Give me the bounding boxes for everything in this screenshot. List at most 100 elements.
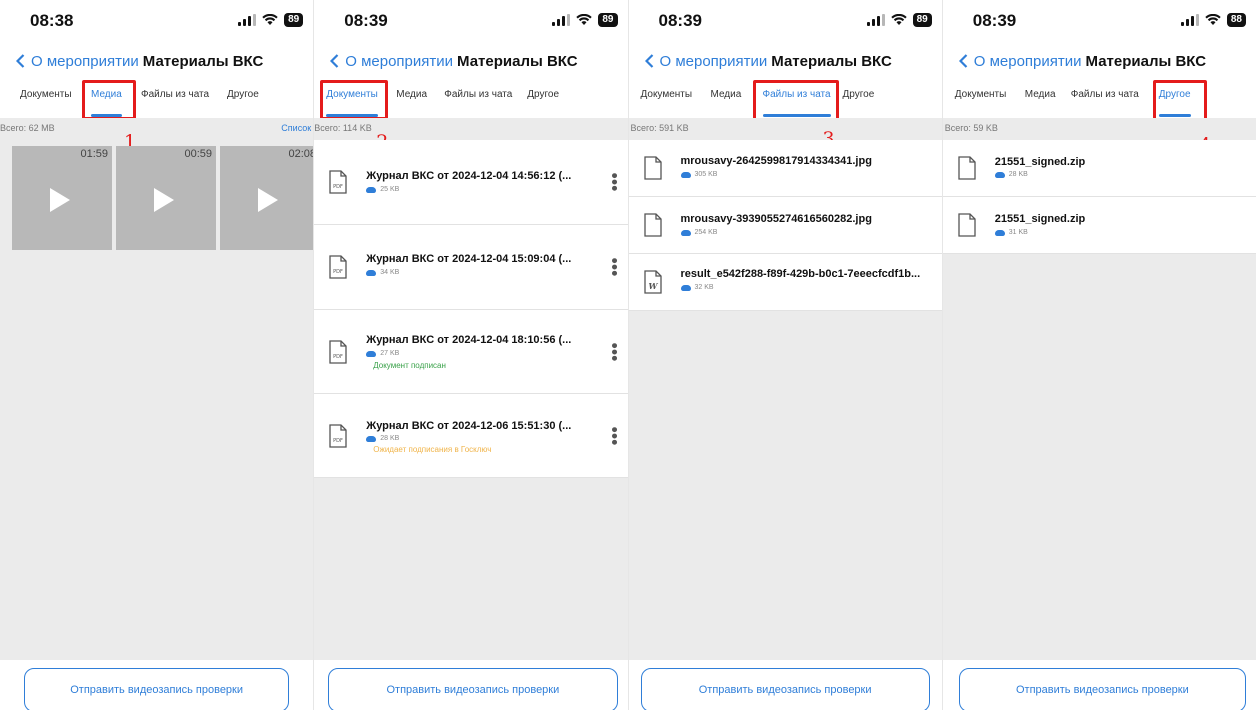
cloud-icon: [994, 229, 1005, 236]
video-grid: 01:59 00:59 02:08: [12, 146, 314, 250]
tab-bar: Документы Медиа Файлы из чата Другое: [942, 80, 1256, 128]
wifi-icon: [576, 14, 593, 25]
wifi-icon: [890, 14, 907, 25]
back-label: О мероприятии: [973, 52, 1082, 70]
battery-icon: 89: [284, 13, 304, 27]
file-list-item[interactable]: PDF Журнал ВКС от 2024-12-04 15:09:04 (.…: [314, 225, 628, 310]
screens-row: 08:38 89 О мероприятии Материалы ВКС Док…: [0, 0, 1256, 710]
back-label: О мероприятии: [345, 52, 454, 70]
tab-media[interactable]: Медиа: [1025, 89, 1056, 100]
list-view-button[interactable]: Список: [281, 123, 311, 133]
signal-icon: [866, 14, 885, 26]
play-icon: [50, 188, 70, 212]
page-title: Материалы ВКС: [457, 52, 578, 70]
file-name: Журнал ВКС от 2024-12-04 15:09:04 (...: [366, 253, 572, 265]
battery-icon: 88: [1226, 13, 1246, 27]
total-size: Всего: 62 MB: [0, 123, 55, 133]
file-list-item[interactable]: PDF Журнал ВКС от 2024-12-06 15:51:30 (.…: [314, 394, 628, 478]
file-name: result_e542f288-f89f-429b-b0c1-7eeecfcdf…: [680, 268, 921, 280]
tab-media[interactable]: Медиа: [396, 89, 427, 100]
tab-media[interactable]: Медиа: [711, 89, 742, 100]
cloud-icon: [366, 350, 377, 357]
tab-bar: Документы Медиа Файлы из чата Другое: [628, 80, 942, 126]
screen-other: 08:39 88 О мероприятии Материалы ВКС Док…: [941, 0, 1256, 710]
screen-chat-files: 08:39 89 О мероприятии Материалы ВКС Док…: [627, 0, 942, 710]
screen-documents: 08:39 89 О мероприятии Материалы ВКС Док…: [313, 0, 628, 710]
back-label: О мероприятии: [659, 52, 768, 70]
file-name: mrousavy-2642599817914334341.jpg: [680, 155, 872, 167]
cloud-icon: [366, 269, 377, 276]
file-name: Журнал ВКС от 2024-12-04 18:10:56 (...: [366, 334, 572, 346]
back-button[interactable]: О мероприятии: [16, 53, 139, 70]
svg-text:PDF: PDF: [333, 438, 343, 444]
file-size: 31 KB: [994, 229, 1028, 236]
sign-status: Ожидает подписания в Госключ: [373, 445, 492, 454]
tab-documents[interactable]: Документы: [641, 89, 693, 100]
file-list-item[interactable]: 21551_signed.zip 31 KB: [942, 197, 1256, 254]
file-list-item[interactable]: W result_e542f288-f89f-429b-b0c1-7eeecfc…: [628, 254, 942, 311]
chevron-left-icon: [330, 54, 339, 68]
file-size: 32 KB: [680, 284, 714, 291]
pdf-icon: PDF: [329, 255, 347, 279]
play-icon: [154, 188, 174, 212]
tab-chat-files[interactable]: Файлы из чата: [1071, 89, 1139, 100]
more-icon[interactable]: •••: [605, 342, 625, 361]
more-icon[interactable]: •••: [605, 426, 625, 445]
video-thumbnail[interactable]: 02:08: [220, 146, 314, 250]
wifi-icon: [262, 14, 278, 25]
back-button[interactable]: О мероприятии: [644, 52, 768, 70]
cloud-icon: [366, 186, 377, 193]
file-icon: [643, 156, 662, 180]
screen-media: 08:38 89 О мероприятии Материалы ВКС Док…: [0, 0, 314, 710]
more-icon[interactable]: •••: [605, 173, 625, 192]
file-size: 305 KB: [680, 171, 717, 178]
file-name: 21551_signed.zip: [994, 213, 1086, 225]
pdf-icon: PDF: [329, 339, 347, 364]
video-duration: 02:08: [288, 148, 314, 160]
file-name: 21551_signed.zip: [994, 156, 1086, 168]
nav-bar: О мероприятии Материалы ВКС: [330, 50, 619, 72]
signal-icon: [1180, 14, 1199, 26]
send-video-button[interactable]: Отправить видеозапись проверки: [640, 668, 930, 710]
file-list-item[interactable]: PDF Журнал ВКС от 2024-12-04 14:56:12 (.…: [314, 140, 628, 225]
back-button[interactable]: О мероприятии: [330, 53, 453, 70]
tab-documents[interactable]: Документы: [955, 89, 1007, 100]
file-list-item[interactable]: mrousavy-2642599817914334341.jpg 305 KB: [628, 140, 942, 197]
cloud-icon: [680, 229, 691, 236]
tab-bar: Документы Медиа Файлы из чата Другое: [314, 80, 628, 120]
send-video-button[interactable]: Отправить видеозапись проверки: [328, 668, 618, 710]
tab-other[interactable]: Другое: [227, 89, 259, 100]
video-thumbnail[interactable]: 01:59: [12, 146, 112, 250]
file-size: 254 KB: [680, 229, 717, 236]
file-icon: [958, 213, 976, 237]
page-title: Материалы ВКС: [771, 52, 892, 70]
cloud-icon: [680, 284, 691, 291]
file-list-item[interactable]: 21551_signed.zip 28 KB: [942, 140, 1256, 197]
status-time: 08:39: [658, 11, 702, 30]
send-video-button[interactable]: Отправить видеозапись проверки: [958, 668, 1246, 710]
word-icon: W: [643, 270, 662, 294]
total-size: Всего: 59 KB: [944, 123, 998, 133]
chevron-left-icon: [16, 54, 25, 68]
send-video-button[interactable]: Отправить видеозапись проверки: [24, 668, 290, 710]
tab-chat-files[interactable]: Файлы из чата: [444, 89, 512, 100]
back-button[interactable]: О мероприятии: [958, 52, 1082, 70]
status-bar: 08:39 89: [629, 0, 942, 40]
video-thumbnail[interactable]: 00:59: [116, 146, 216, 250]
highlight-box: [320, 80, 389, 120]
sign-status: Документ подписан: [373, 361, 446, 370]
file-list-item[interactable]: mrousavy-3939055274616560282.jpg 254 KB: [628, 197, 942, 254]
pdf-icon: PDF: [329, 170, 347, 194]
file-list-item[interactable]: PDF Журнал ВКС от 2024-12-04 18:10:56 (.…: [314, 310, 628, 394]
tab-other[interactable]: Другое: [527, 89, 559, 100]
chevron-left-icon: [958, 54, 968, 68]
video-duration: 01:59: [80, 148, 108, 160]
tab-chat-files[interactable]: Файлы из чата: [141, 89, 209, 100]
status-bar: 08:38 89: [0, 0, 313, 40]
more-icon[interactable]: •••: [605, 258, 625, 277]
tab-bar: Документы Медиа Файлы из чата Другое: [0, 80, 314, 120]
file-size: 34 KB: [366, 269, 399, 276]
page-title: Материалы ВКС: [142, 52, 264, 70]
tab-other[interactable]: Другое: [843, 89, 875, 100]
tab-documents[interactable]: Документы: [20, 89, 72, 100]
